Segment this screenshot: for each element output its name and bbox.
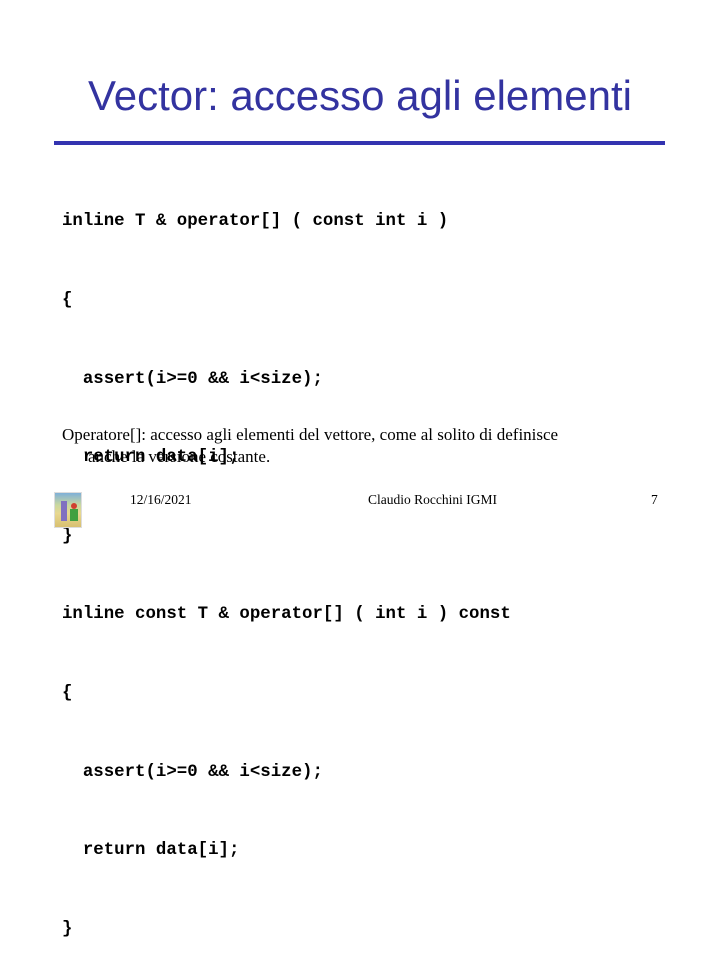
code-line: assert(i>=0 && i<size); — [62, 369, 323, 389]
code-line: return data[i]; — [62, 841, 240, 861]
code-line: { — [62, 291, 73, 310]
page-number: 7 — [651, 492, 658, 507]
footer-author: Claudio Rocchini IGMI — [368, 492, 497, 507]
slide-title: Vector: accesso agli elementi — [88, 72, 632, 119]
book-cover-icon — [54, 492, 82, 528]
code-block: inline T & operator[] ( const int i ) { … — [62, 157, 511, 969]
code-line: } — [62, 919, 73, 939]
logo-figure — [70, 509, 78, 521]
code-line: assert(i>=0 && i<size); — [62, 762, 323, 782]
description-line: anche la versione costante. — [88, 447, 271, 466]
description-line: Operatore[]: accesso agli elementi del v… — [62, 425, 559, 444]
description: Operatore[]: accesso agli elementi del v… — [62, 424, 662, 468]
title-underline — [54, 141, 665, 145]
logo-figure — [61, 501, 67, 521]
code-line: inline const T & operator[] ( int i ) co… — [62, 605, 511, 625]
footer-date: 12/16/2021 — [130, 492, 192, 507]
code-line: } — [62, 526, 73, 546]
code-line: { — [62, 683, 73, 703]
code-line: inline T & operator[] ( const int i ) — [62, 212, 449, 232]
